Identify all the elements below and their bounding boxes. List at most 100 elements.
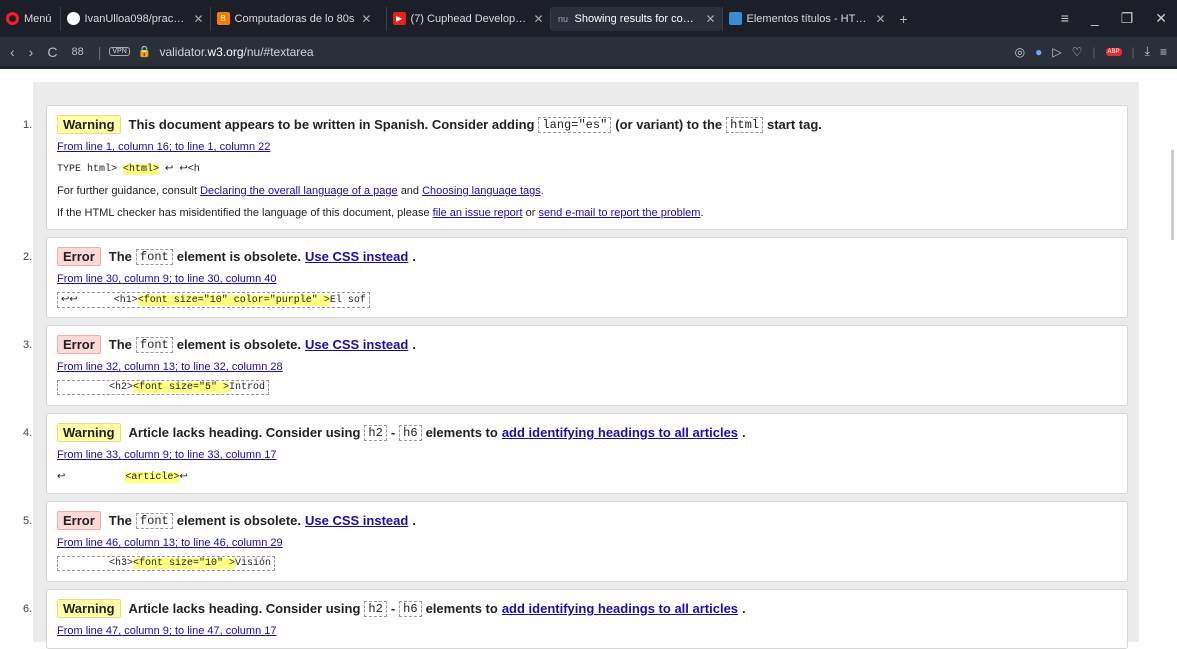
lock-icon[interactable]: 🔒	[138, 45, 152, 58]
extract-post: Visión	[235, 558, 272, 569]
message-number: 5.	[23, 515, 33, 527]
reload-icon[interactable]: C	[47, 44, 57, 60]
message-text: (or variant) to the	[615, 117, 723, 132]
tab-blogger[interactable]: B Computadoras de lo 80s ✕	[209, 6, 386, 31]
message-item: 4. Warning Article lacks heading. Consid…	[23, 413, 1128, 494]
extract-post: ↩ ↩<h	[159, 164, 200, 175]
opera-menu-button[interactable]: Menú	[0, 0, 60, 37]
tab-youtube[interactable]: ▶ (7) Cuphead Developers Re ✕	[385, 6, 550, 31]
message-item: 3. Error The font element is obsolete. U…	[23, 325, 1128, 406]
period: .	[700, 207, 704, 219]
guidance-link[interactable]: Declaring the overall language of a page	[200, 185, 398, 197]
extract-pre: <h3>	[61, 558, 134, 569]
url-domain: w3.org	[207, 44, 244, 59]
message-text: start tag.	[766, 117, 822, 132]
period: .	[412, 513, 416, 528]
close-icon[interactable]: ✕	[361, 12, 371, 26]
code-extract: TYPE html> <html> ↩ ↩<h	[57, 163, 200, 175]
code-token: h2	[364, 600, 387, 617]
speed-dial-icon[interactable]: 88	[71, 46, 83, 58]
message-item: 1. Warning This document appears to be w…	[23, 105, 1128, 230]
location-link[interactable]: From line 1, column 16; to line 1, colum…	[57, 141, 270, 153]
github-icon	[66, 12, 80, 25]
results-panel: 1. Warning This document appears to be w…	[23, 82, 1139, 649]
use-css-link[interactable]: Use CSS instead	[305, 249, 408, 264]
camera-icon[interactable]: ◎	[1015, 45, 1025, 59]
close-icon[interactable]: ✕	[533, 12, 543, 26]
message-text: element is obsolete.	[176, 337, 301, 352]
message-text: Article lacks heading. Consider using	[128, 601, 361, 616]
period: .	[540, 185, 544, 197]
scrollbar-thumb[interactable]	[1171, 150, 1174, 240]
message-item: 6. Warning Article lacks heading. Consid…	[23, 589, 1128, 649]
message-number: 6.	[23, 603, 33, 615]
location-link[interactable]: From line 30, column 9; to line 30, colu…	[57, 273, 277, 285]
code-extract: ↩ <article>↩	[57, 471, 188, 483]
headings-link[interactable]: add identifying headings to all articles	[502, 601, 738, 616]
period: .	[742, 425, 746, 440]
tab-title: Showing results for conten	[574, 12, 699, 25]
location-link[interactable]: From line 47, column 9; to line 47, colu…	[57, 625, 277, 637]
minimize-icon[interactable]: _	[1091, 10, 1099, 27]
location-link[interactable]: From line 46, column 13; to line 46, col…	[57, 537, 283, 549]
blogger-icon: B	[216, 12, 230, 25]
back-icon[interactable]: ‹	[10, 44, 15, 60]
guidance-and: and	[400, 185, 420, 197]
tab-mdn[interactable]: Elementos títulos - HTML | ✕	[721, 6, 892, 31]
location-link[interactable]: From line 33, column 9; to line 33, colu…	[57, 449, 277, 461]
vpn-badge[interactable]: VPN	[109, 47, 130, 56]
message-text: The	[108, 249, 132, 264]
headings-link[interactable]: add identifying headings to all articles	[502, 425, 738, 440]
url-prefix: validator.	[159, 44, 208, 59]
dash: -	[390, 425, 396, 440]
new-tab-button[interactable]: +	[892, 11, 916, 27]
extract-highlight: <font size="5" >	[133, 382, 230, 393]
forward-icon[interactable]: ›	[29, 44, 34, 60]
extract-post: El sof	[329, 295, 366, 306]
close-icon[interactable]: ✕	[193, 12, 203, 26]
close-window-icon[interactable]: ✕	[1155, 10, 1167, 27]
message-text: This document appears to be written in S…	[128, 117, 535, 132]
url-field[interactable]: validator.w3.org/nu/#textarea	[159, 45, 313, 59]
tab-title: IvanUlloa098/practica_html	[84, 12, 187, 25]
guidance-text: For further guidance, consult Declaring …	[57, 185, 544, 197]
message-heading: Error The font element is obsolete. Use …	[57, 511, 416, 530]
use-css-link[interactable]: Use CSS instead	[305, 337, 408, 352]
location-link[interactable]: From line 32, column 13; to line 32, col…	[57, 361, 283, 373]
extract-post: ↩	[179, 472, 188, 483]
extract-pre: ↩↩ <h1>	[61, 295, 138, 306]
error-badge: Error	[57, 247, 101, 266]
download-icon[interactable]: ⤓	[1145, 44, 1150, 59]
send-email-link[interactable]: send e-mail to report the problem	[538, 207, 700, 219]
tab-menu-icon[interactable]: ≡	[1061, 10, 1069, 27]
guidance-link[interactable]: Choosing language tags	[422, 185, 541, 197]
tab-github[interactable]: IvanUlloa098/practica_html ✕	[59, 6, 210, 31]
send-icon[interactable]: ▷	[1052, 45, 1061, 59]
period: .	[742, 601, 746, 616]
extract-highlight: <font size="10" >	[133, 558, 236, 569]
code-token: lang="es"	[538, 116, 612, 133]
maximize-icon[interactable]: ❐	[1121, 10, 1134, 27]
code-token: html	[726, 116, 763, 133]
shield-icon[interactable]: ●	[1035, 45, 1042, 59]
adblock-icon[interactable]: ABP	[1105, 47, 1122, 56]
use-css-link[interactable]: Use CSS instead	[305, 513, 408, 528]
heart-icon[interactable]: ♡	[1072, 45, 1083, 59]
warning-badge: Warning	[57, 115, 121, 134]
code-token: font	[135, 248, 173, 265]
close-icon[interactable]: ✕	[875, 12, 885, 26]
code-token: font	[135, 512, 173, 529]
extract-post: Introd	[229, 382, 266, 393]
tab-title: (7) Cuphead Developers Re	[410, 12, 527, 25]
issue-report-link[interactable]: file an issue report	[433, 207, 523, 219]
nu-icon: nu	[558, 13, 569, 24]
easy-setup-icon[interactable]: ≡	[1160, 45, 1167, 59]
tab-validator[interactable]: nu Showing results for conten ✕	[549, 6, 722, 31]
code-extract: <h2><font size="5" >Introd	[57, 380, 270, 395]
tab-title: Computadoras de lo 80s	[234, 12, 355, 25]
close-icon[interactable]: ✕	[705, 12, 715, 26]
misid-or: or	[525, 207, 536, 219]
code-token: h6	[399, 600, 422, 617]
misid-pre: If the HTML checker has misidentified th…	[57, 207, 430, 219]
guidance-pre: For further guidance, consult	[57, 185, 198, 197]
